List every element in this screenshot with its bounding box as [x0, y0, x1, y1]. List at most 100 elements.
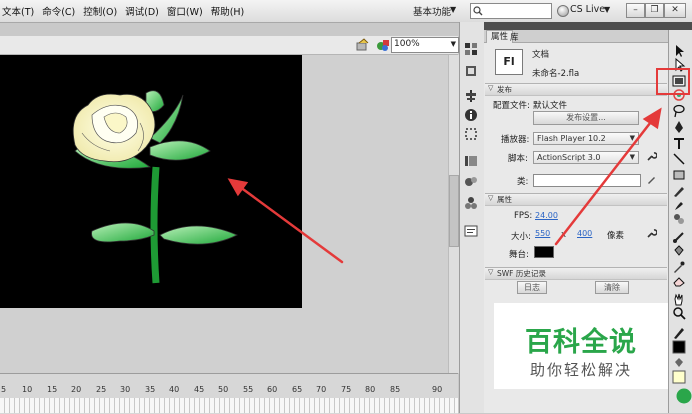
selection-tool-icon[interactable]	[672, 44, 686, 58]
size-unit: 像素	[607, 231, 625, 241]
tab-properties[interactable]: 属性	[486, 30, 514, 43]
timeline-tick: 90	[432, 385, 443, 394]
pen-tool-icon[interactable]	[672, 120, 686, 134]
color-panel-icon[interactable]	[464, 42, 478, 56]
timeline-frames[interactable]	[0, 398, 458, 413]
text-tool-icon[interactable]	[672, 136, 686, 150]
chevron-down-icon[interactable]: ▼	[450, 5, 456, 14]
flash-document-icon: Fl	[495, 49, 523, 75]
pencil-tool-icon[interactable]	[672, 184, 686, 198]
timeline-ruler: 5 10 15 20 25 30 35 40 45 50 55 60 65 70…	[0, 385, 458, 397]
lasso-tool-icon[interactable]	[672, 104, 686, 118]
stage-width[interactable]: 550	[535, 229, 550, 238]
fps-value[interactable]: 24.00	[535, 211, 558, 220]
cs-live-icon[interactable]	[557, 5, 569, 17]
components-panel-icon[interactable]	[464, 154, 478, 168]
swatches-panel-icon[interactable]	[464, 64, 478, 78]
menu-list: 文本(T) 命令(C) 控制(O) 调试(D) 窗口(W) 帮助(H)	[0, 4, 250, 18]
snap-badge-icon	[676, 388, 692, 404]
player-select[interactable]: Flash Player 10.2 ▼	[533, 132, 639, 145]
info-panel-icon[interactable]	[464, 108, 478, 122]
close-button[interactable]: ✕	[664, 3, 686, 18]
log-button[interactable]: 日志	[517, 281, 547, 294]
cs-live-button[interactable]: CS Live	[570, 4, 605, 15]
menu-window[interactable]: 窗口(W)	[165, 4, 209, 18]
player-label: 播放器:	[501, 135, 530, 145]
stroke-color-swatch[interactable]	[672, 340, 686, 354]
rectangle-tool-icon[interactable]	[672, 168, 686, 182]
eyedropper-tool-icon[interactable]	[672, 260, 686, 274]
timeline-tick: 45	[194, 385, 205, 394]
edit-symbols-icon[interactable]	[376, 38, 390, 52]
panel-header[interactable]	[484, 22, 668, 30]
timeline-tick: 80	[365, 385, 376, 394]
profile-label: 配置文件:	[493, 101, 530, 111]
size-separator: x	[561, 230, 567, 240]
timeline-tick: 5	[1, 385, 7, 394]
wrench-icon[interactable]	[646, 151, 657, 162]
swf-history-section-header[interactable]: ▽ SWF 历史记录	[485, 267, 667, 280]
highlight-box	[656, 68, 690, 95]
timeline-tick: 70	[316, 385, 327, 394]
line-tool-icon[interactable]	[672, 152, 686, 166]
zoom-tool-icon[interactable]	[672, 306, 686, 320]
profile-value: 默认文件	[533, 101, 568, 111]
timeline-tick: 85	[390, 385, 401, 394]
stroke-color-icon[interactable]	[672, 326, 686, 340]
pencil-icon[interactable]	[646, 174, 657, 185]
tools-panel-header[interactable]	[668, 22, 692, 30]
fill-color-icon[interactable]	[672, 356, 686, 370]
transform-panel-icon[interactable]	[464, 127, 478, 141]
wrench-icon[interactable]	[646, 228, 657, 239]
timeline-tick: 60	[267, 385, 278, 394]
zoom-value: 100%	[394, 39, 420, 49]
deco-tool-icon[interactable]	[672, 212, 686, 226]
restore-button[interactable]: ❐	[645, 3, 664, 18]
output-panel-icon[interactable]	[464, 224, 478, 238]
script-label: 脚本:	[508, 154, 528, 164]
class-input[interactable]	[533, 174, 641, 187]
minimize-button[interactable]: –	[626, 3, 645, 18]
chevron-down-icon[interactable]: ▼	[604, 5, 610, 14]
script-value: ActionScript 3.0	[537, 153, 601, 162]
collapsed-panels-strip	[459, 22, 485, 413]
eraser-tool-icon[interactable]	[672, 274, 686, 288]
align-panel-icon[interactable]	[464, 89, 478, 103]
stage-height[interactable]: 400	[577, 229, 592, 238]
hand-tool-icon[interactable]	[672, 292, 686, 306]
stage-color-swatch[interactable]	[534, 246, 554, 258]
publish-section-header[interactable]: ▽ 发布	[485, 83, 667, 96]
publish-settings-button[interactable]: 发布设置...	[533, 111, 639, 125]
chevron-down-icon: ▽	[488, 84, 494, 92]
workspace-switcher[interactable]: 基本功能	[413, 4, 451, 18]
timeline-tick: 30	[120, 385, 131, 394]
tab-library[interactable]: 库	[510, 31, 519, 43]
menu-control[interactable]: 控制(O)	[81, 4, 123, 18]
fill-color-swatch[interactable]	[672, 370, 686, 384]
clear-button[interactable]: 清除	[595, 281, 629, 294]
edit-scene-icon[interactable]	[356, 38, 370, 52]
scrollbar-thumb[interactable]	[449, 175, 459, 247]
menu-text[interactable]: 文本(T)	[0, 4, 40, 18]
timeline-tick: 35	[145, 385, 156, 394]
zoom-select[interactable]: 100% ▼	[391, 37, 459, 53]
script-select[interactable]: ActionScript 3.0 ▼	[533, 151, 639, 164]
menu-debug[interactable]: 调试(D)	[123, 4, 165, 18]
paint-bucket-tool-icon[interactable]	[672, 244, 686, 258]
stage-canvas[interactable]	[0, 55, 302, 308]
help-search-input[interactable]	[470, 3, 552, 19]
timeline-tick: 55	[243, 385, 254, 394]
properties-section-header[interactable]: ▽ 属性	[485, 193, 667, 206]
timeline-tick: 75	[341, 385, 352, 394]
brush-tool-icon[interactable]	[672, 198, 686, 212]
code-snippets-icon[interactable]	[464, 196, 478, 210]
menu-commands[interactable]: 命令(C)	[40, 4, 81, 18]
menu-help[interactable]: 帮助(H)	[209, 4, 251, 18]
file-name: 未命名-2.fla	[532, 69, 580, 79]
stage-color-label: 舞台:	[509, 250, 529, 260]
class-label: 类:	[517, 177, 529, 187]
bone-tool-icon[interactable]	[672, 230, 686, 244]
doc-type-label: 文档	[532, 50, 550, 60]
timeline-tick: 20	[71, 385, 82, 394]
motion-presets-icon[interactable]	[464, 175, 478, 189]
